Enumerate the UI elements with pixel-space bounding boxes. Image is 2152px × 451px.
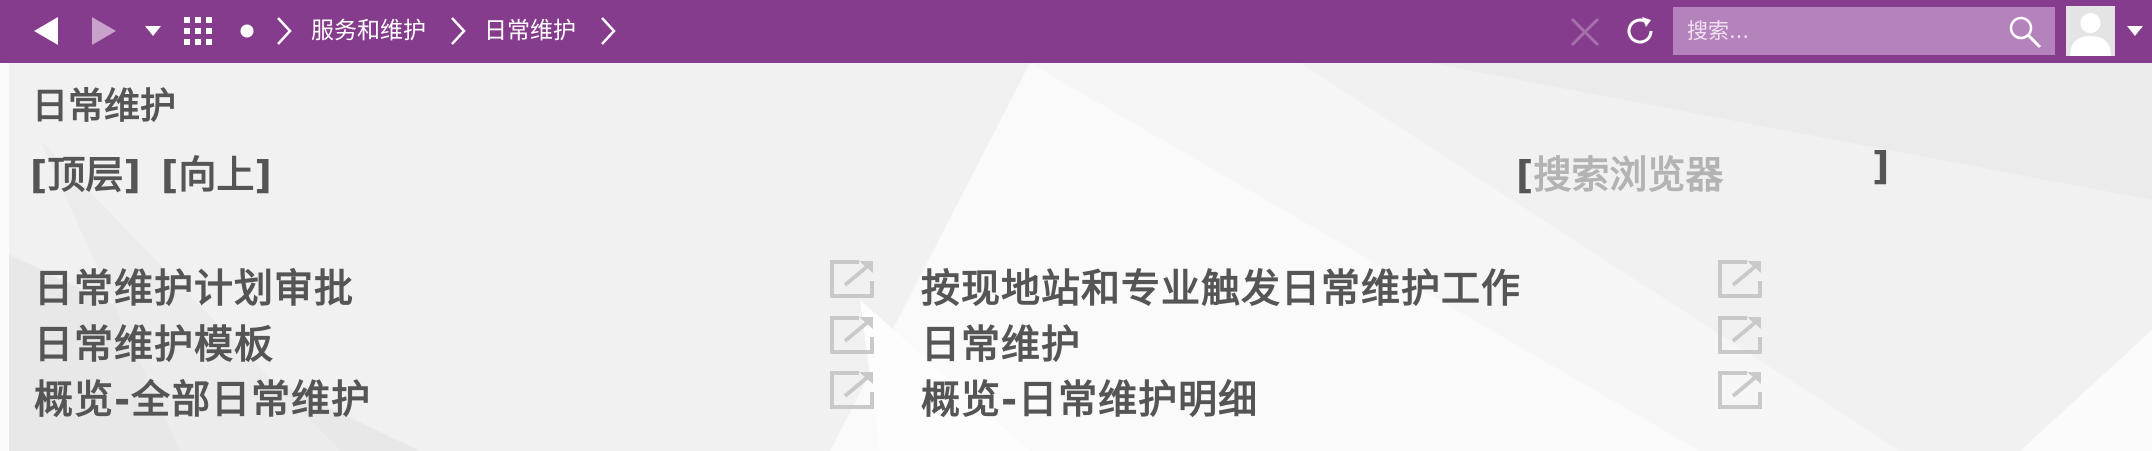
- nav-top-link[interactable]: [顶层]: [30, 144, 141, 199]
- list-item[interactable]: 概览-全部日常维护: [34, 369, 371, 425]
- breadcrumb-item[interactable]: 日常维护: [484, 0, 576, 63]
- top-navigation-bar: 服务和维护 日常维护: [0, 0, 2152, 63]
- page-title: 日常维护: [32, 86, 177, 127]
- browser-search-field[interactable]: [搜索浏览器: [1516, 144, 1723, 199]
- dropdown-caret-icon[interactable]: [2124, 20, 2146, 42]
- chevron-right-icon: [272, 14, 296, 48]
- list-item[interactable]: 日常维护计划审批: [34, 258, 354, 314]
- list-item[interactable]: 日常维护模板: [34, 314, 274, 370]
- list-item[interactable]: 日常维护: [921, 314, 1081, 370]
- open-external-icon[interactable]: [829, 315, 875, 355]
- dropdown-caret-icon[interactable]: [142, 20, 164, 42]
- bracket-close: ]: [1872, 144, 1890, 188]
- list-item[interactable]: 概览-日常维护明细: [921, 369, 1258, 425]
- refresh-icon[interactable]: [1623, 14, 1657, 48]
- user-avatar-icon[interactable]: [2066, 6, 2115, 56]
- open-external-icon[interactable]: [1717, 370, 1763, 410]
- list-item[interactable]: 按现地站和专业触发日常维护工作: [921, 258, 1521, 314]
- app-grid-icon[interactable]: [183, 16, 213, 46]
- main-content: 日常维护 [顶层] [向上] [搜索浏览器 ] 日常维护计划审批 日常维护模板 …: [0, 63, 2152, 451]
- back-arrow-icon[interactable]: [30, 14, 64, 48]
- search-icon[interactable]: [2007, 14, 2043, 50]
- nav-up-link[interactable]: [向上]: [161, 144, 272, 199]
- open-external-icon[interactable]: [829, 259, 875, 299]
- close-icon[interactable]: [1569, 16, 1601, 48]
- open-external-icon[interactable]: [1717, 315, 1763, 355]
- open-external-icon[interactable]: [829, 370, 875, 410]
- forward-arrow-icon[interactable]: [86, 14, 120, 48]
- search-input[interactable]: [1673, 7, 2055, 55]
- bracket-open: [: [1516, 153, 1534, 197]
- chevron-right-icon: [446, 14, 470, 48]
- browser-search-placeholder[interactable]: 搜索浏览器: [1533, 153, 1723, 197]
- breadcrumb-item[interactable]: 服务和维护: [311, 0, 426, 63]
- chevron-right-icon: [596, 14, 620, 48]
- open-external-icon[interactable]: [1717, 259, 1763, 299]
- home-dot-icon[interactable]: [237, 21, 257, 41]
